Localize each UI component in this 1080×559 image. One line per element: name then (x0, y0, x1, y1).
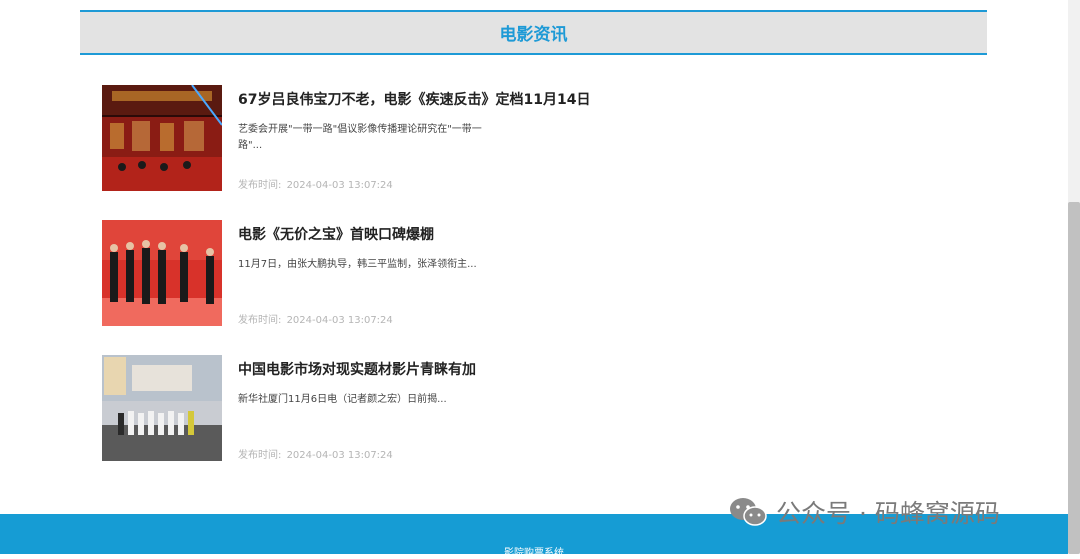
date-value: 2024-04-03 13:07:24 (286, 180, 393, 191)
news-item[interactable]: 中国电影市场对现实题材影片青睐有加 新华社厦门11月6日电（记者颜之宏）日前揭.… (102, 355, 982, 461)
page: 电影资讯 67岁吕良伟宝刀不老，电影《疾速反击》定档11月14日 艺委会开展"一… (0, 0, 1068, 559)
date-value: 2024-04-03 13:07:24 (286, 315, 393, 326)
watermark: 公众号 · 码蜂窝源码 (728, 494, 1000, 530)
scrollbar-thumb[interactable] (1068, 202, 1080, 554)
date-label: 发布时间: (238, 450, 282, 461)
news-item[interactable]: 电影《无价之宝》首映口碑爆棚 11月7日，由张大鹏执导，韩三平监制，张泽领衔主.… (102, 220, 982, 326)
news-title[interactable]: 电影《无价之宝》首映口碑爆棚 (238, 224, 434, 244)
news-summary: 艺委会开展"一带一路"倡议影像传播理论研究在"一带一路"... (238, 124, 482, 151)
news-item[interactable]: 67岁吕良伟宝刀不老，电影《疾速反击》定档11月14日 艺委会开展"一带一路"倡… (102, 85, 982, 191)
news-thumbnail[interactable] (102, 355, 222, 461)
footer-text: 影院购票系统 (504, 548, 564, 559)
wechat-icon (730, 498, 767, 526)
section-title: 电影资讯 (499, 25, 568, 45)
section-header: 电影资讯 (80, 10, 987, 55)
date-label: 发布时间: (238, 315, 282, 326)
news-summary: 新华社厦门11月6日电（记者颜之宏）日前揭... (238, 394, 447, 405)
news-thumbnail[interactable] (102, 220, 222, 326)
date-value: 2024-04-03 13:07:24 (286, 450, 393, 461)
news-thumbnail[interactable] (102, 85, 222, 191)
news-title[interactable]: 67岁吕良伟宝刀不老，电影《疾速反击》定档11月14日 (238, 89, 590, 109)
news-date: 发布时间: 2024-04-03 13:07:24 (238, 176, 395, 191)
news-summary: 11月7日，由张大鹏执导，韩三平监制，张泽领衔主... (238, 259, 477, 270)
date-label: 发布时间: (238, 180, 282, 191)
news-date: 发布时间: 2024-04-03 13:07:24 (238, 446, 395, 461)
news-title[interactable]: 中国电影市场对现实题材影片青睐有加 (238, 359, 476, 379)
watermark-text: 公众号 · 码蜂窝源码 (776, 499, 1000, 528)
news-date: 发布时间: 2024-04-03 13:07:24 (238, 311, 395, 326)
